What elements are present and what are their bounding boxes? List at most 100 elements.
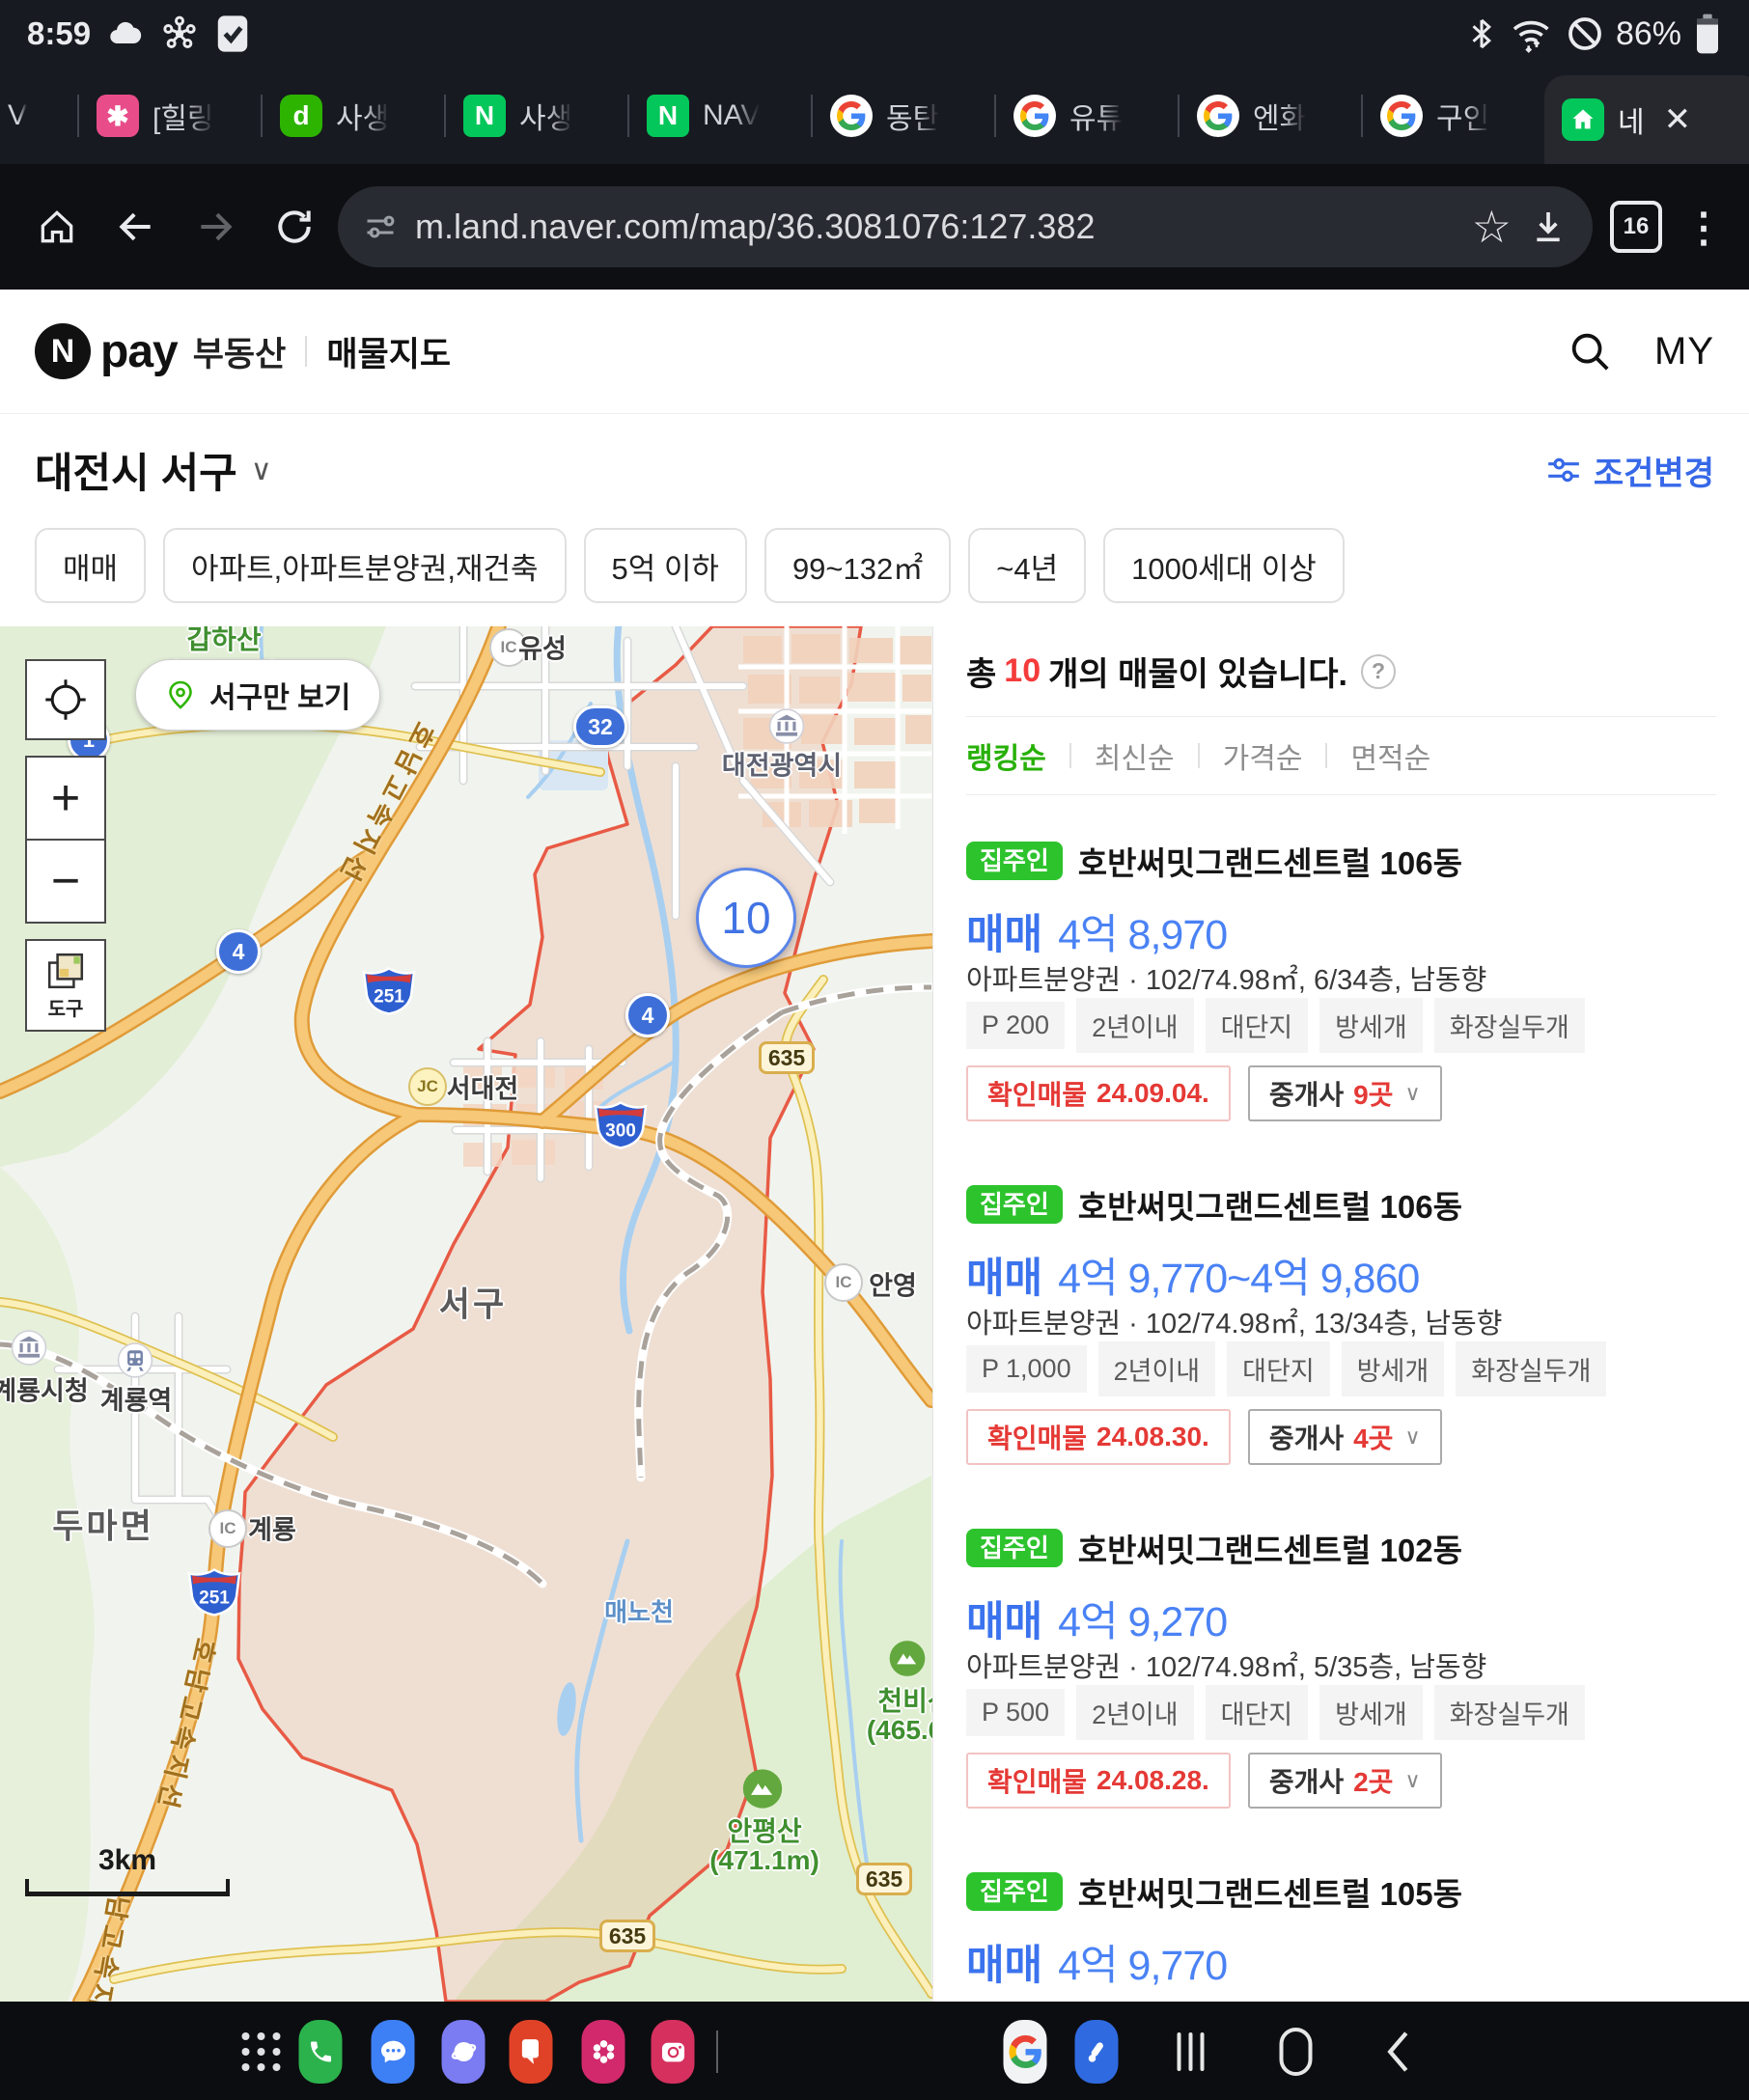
tab-google-1[interactable]: 동탄 [813,68,994,164]
route-badge-4: 4 [625,993,670,1037]
listing-card[interactable]: 집주인 호반써밋그랜드센트럴 102동 매매 4억 9,270 아파트분양권 ·… [966,1482,1716,1826]
listing-cluster-marker[interactable]: 10 [696,868,796,968]
tab-naver-2[interactable]: N NAV [629,68,811,164]
listing-tag: P 200 [966,1002,1065,1049]
messages-app-icon[interactable] [372,2020,415,2084]
back-button[interactable] [100,191,172,262]
listing-tag: 방세개 [1342,1341,1445,1396]
browser-menu-button[interactable]: ⋮ [1680,191,1728,262]
sort-ranking[interactable]: 랭킹순 [966,734,1046,777]
filter-chip-area[interactable]: 99~132㎡ [764,528,951,603]
page-title: 매물지도 [326,327,451,376]
internet-browser-app-icon[interactable] [442,2020,486,2084]
red-app-icon[interactable] [510,2020,553,2084]
zoom-out-button[interactable]: − [25,839,106,924]
tab-daum[interactable]: d 사생 [263,68,444,164]
listing-detail: 아파트분양권 · 102/74.98㎡, 5/35층, 남동향 [966,1644,1716,1679]
interchange-badge: IC [208,1509,247,1548]
confirmed-listing-chip: 확인매물 24.08.28. [966,1753,1231,1809]
naver-logo[interactable]: N [35,323,91,379]
tab-google-3[interactable]: 엔화 [1180,68,1361,164]
owner-badge: 집주인 [966,1529,1063,1568]
home-nav-button[interactable] [1274,2020,1318,2084]
recents-nav-button[interactable] [1169,2020,1212,2084]
map-label-place: 서대전 [447,1068,519,1106]
listing-card[interactable]: 집주인 호반써밋그랜드센트럴 105동 매매 4억 9,770 [966,1826,1716,1998]
sort-area[interactable]: 면적순 [1350,734,1430,777]
forward-button[interactable] [180,191,251,262]
trade-type: 매매 [966,1245,1042,1305]
view-district-only-button[interactable]: 서구만 보기 [135,659,380,731]
agent-count-dropdown[interactable]: 중개사 4곳 ∨ [1248,1409,1442,1465]
filter-chip-type[interactable]: 아파트,아파트분양권,재건축 [163,528,566,603]
listing-tag: 방세개 [1319,998,1423,1053]
bookmark-star-icon[interactable]: ☆ [1472,201,1512,253]
my-menu[interactable]: MY [1654,330,1714,373]
chevron-down-icon[interactable]: ∨ [251,454,272,487]
map-tools-button[interactable]: 도구 [25,939,106,1032]
pay-logo[interactable]: pay [100,325,178,378]
map-label-cityhall: 계룡시청 [0,1370,89,1408]
google-favicon [830,95,873,137]
listing-card[interactable]: 집주인 호반써밋그랜드센트럴 106동 매매 4억 8,970 아파트분양권 ·… [966,795,1716,1139]
tab-active-naver-land[interactable]: 네 ✕ [1544,75,1749,164]
sort-price[interactable]: 가격순 [1223,734,1303,777]
home-button[interactable] [21,191,93,262]
result-summary: 총 10 개의 매물이 있습니다. ? [966,626,1716,717]
tab-healing[interactable]: ✱ [힐링 [79,68,261,164]
gallery-flower-app-icon[interactable] [582,2020,625,2084]
tab-google-2[interactable]: 유튜 [996,68,1178,164]
filter-chip-households[interactable]: 1000세대 이상 [1103,528,1345,603]
train-station-icon [117,1342,153,1384]
listing-detail: 아파트분양권 · 102/74.98㎡, 13/34층, 남동향 [966,1301,1716,1336]
filter-chip-age[interactable]: ~4년 [968,528,1086,603]
download-icon[interactable] [1529,207,1568,246]
app-drawer-button[interactable] [239,2020,283,2084]
change-conditions-button[interactable]: 조건변경 [1545,447,1714,494]
agent-count-dropdown[interactable]: 중개사 9곳 ∨ [1248,1065,1442,1121]
agent-count-dropdown[interactable]: 중개사 2곳 ∨ [1248,1753,1442,1809]
close-tab-icon[interactable]: ✕ [1664,100,1692,139]
back-nav-button[interactable] [1376,2020,1420,2084]
map-canvas[interactable]: 갑하산 (468.7m) IC 유성 32 대전광역시 호남고속지선 1 251… [0,626,933,2002]
interchange-badge: IC [824,1263,863,1302]
trade-type: 매매 [966,1589,1042,1648]
sort-newest[interactable]: 최신순 [1095,734,1175,777]
battery-icon [1693,13,1722,55]
owner-badge: 집주인 [966,842,1063,881]
naver-favicon: N [463,95,506,137]
search-icon[interactable] [1568,329,1612,373]
junction-badge: JC [408,1067,447,1106]
daum-favicon: d [280,95,322,137]
listing-title: 호반써밋그랜드센트럴 106동 [1078,1181,1462,1228]
listing-card[interactable]: 집주인 호반써밋그랜드센트럴 106동 매매 4억 9,770~4억 9,860… [966,1139,1716,1482]
tab-partial[interactable]: V [0,68,77,164]
tab-google-4[interactable]: 구인 [1363,68,1544,164]
government-building-icon [768,708,805,750]
owner-badge: 집주인 [966,1872,1063,1912]
blue-land-app-icon[interactable] [1075,2020,1119,2084]
camera-app-icon[interactable] [652,2020,695,2084]
tab-switcher-button[interactable]: 16 [1600,191,1672,262]
listing-title: 호반써밋그랜드센트럴 102동 [1078,1525,1462,1571]
service-label[interactable]: 부동산 [193,327,287,376]
cloud-icon [106,14,145,53]
listing-tag: P 1,000 [966,1345,1087,1393]
filter-chip-price[interactable]: 5억 이하 [584,528,747,603]
tab-title: NAV [703,99,760,132]
tab-title: 엔화 [1253,95,1306,137]
google-app-icon[interactable] [1004,2020,1047,2084]
help-icon[interactable]: ? [1361,654,1396,689]
map-label-place: 계룡 [248,1509,296,1547]
phone-app-icon[interactable] [299,2020,343,2084]
url-field[interactable]: m.land.naver.com/map/36.3081076:127.382 … [338,186,1593,267]
listing-detail: 아파트분양권 · 102/74.98㎡, 6/34층, 남동향 [966,957,1716,992]
tab-naver-1[interactable]: N 사생 [446,68,627,164]
filter-chip-trade[interactable]: 매매 [35,528,146,603]
google-favicon [1197,95,1239,137]
region-selector[interactable]: 대전시 서구 [35,440,237,500]
current-location-button[interactable] [25,659,106,740]
reload-button[interactable] [259,191,330,262]
zoom-in-button[interactable]: + [25,756,106,841]
site-settings-icon [363,209,398,244]
